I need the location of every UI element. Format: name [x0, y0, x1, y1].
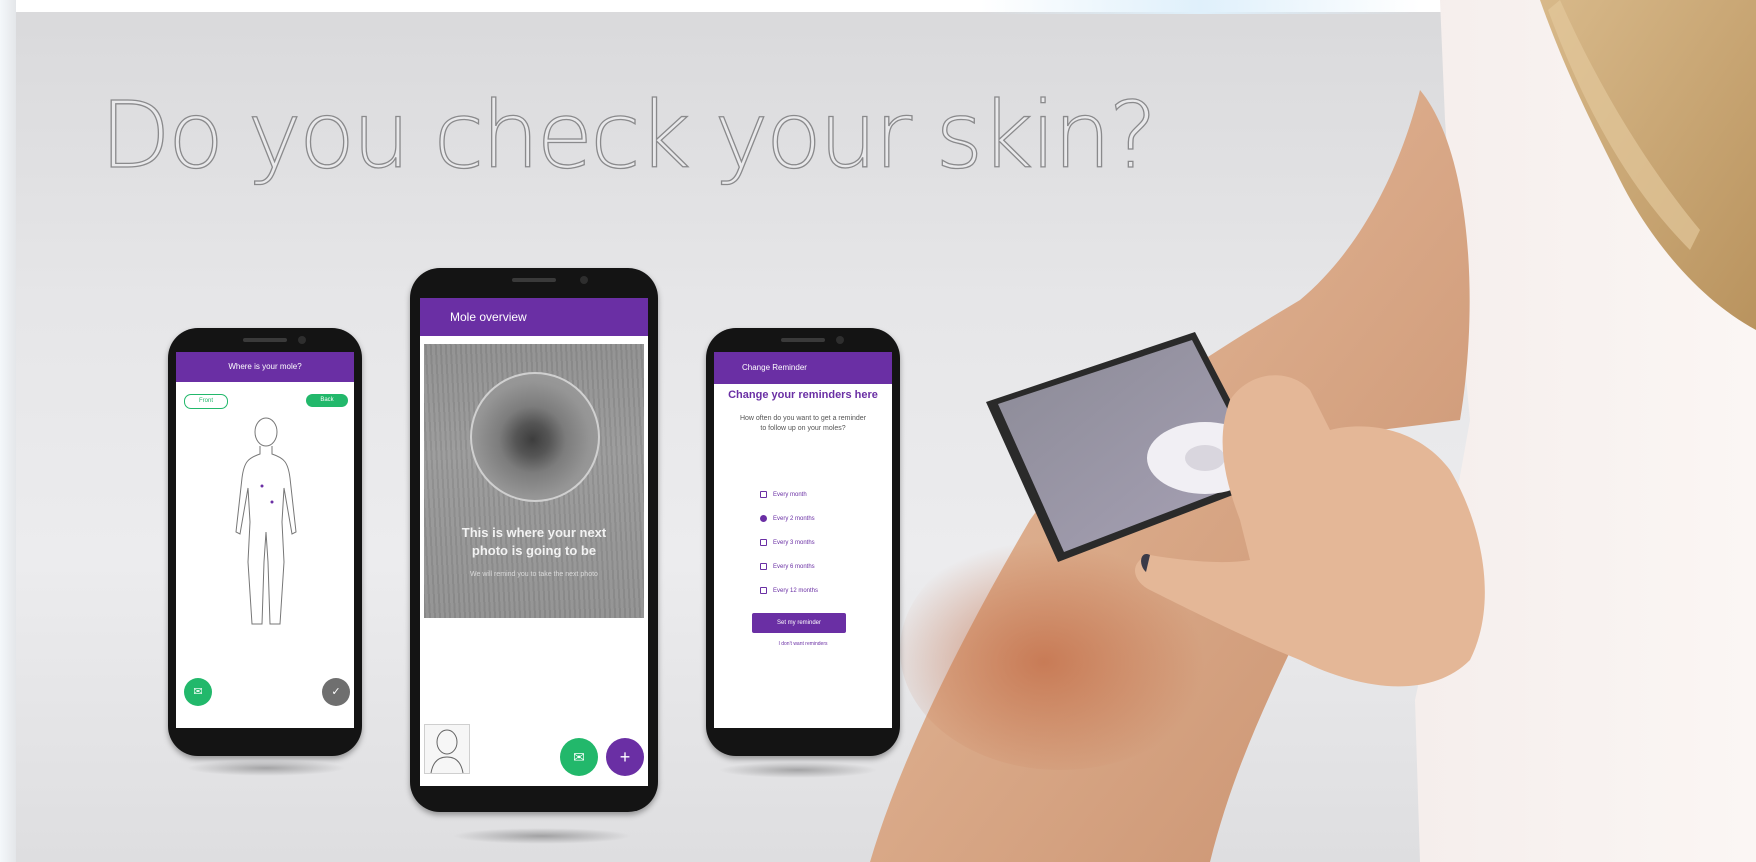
reminder-option[interactable]: Every month [760, 490, 807, 500]
hero-banner: Do you check your skin? Where is your mo… [0, 0, 1756, 862]
phone-left-screen: Where is your mole? Front Back ✉ ✓ [176, 352, 354, 728]
body-outline[interactable] [226, 412, 306, 632]
speaker-notch [512, 278, 556, 282]
confirm-button[interactable]: ✓ [322, 678, 350, 706]
speaker-notch [781, 338, 825, 342]
chat-button[interactable]: ✉ [560, 738, 598, 776]
reminder-question: How often do you want to get a reminder … [739, 415, 867, 432]
app-bar: Mole overview [420, 298, 648, 336]
reminder-option[interactable]: Every 3 months [760, 538, 815, 548]
reminder-option-label: Every 3 months [773, 540, 815, 546]
body-thumbnail[interactable] [424, 724, 470, 774]
add-photo-button[interactable]: + [606, 738, 644, 776]
head-outline-icon [430, 729, 464, 774]
front-toggle[interactable]: Front [184, 394, 228, 409]
app-bar: Change Reminder [714, 352, 892, 384]
phone-right-shadow [718, 762, 878, 778]
phone-center-screen: Mole overview This is where your next ph… [420, 298, 648, 786]
check-icon: ✓ [331, 686, 341, 698]
skip-reminders-link[interactable]: I don't want reminders [714, 641, 892, 647]
reminder-option[interactable]: Every 6 months [760, 562, 815, 572]
reminder-option-label: Every 6 months [773, 564, 815, 570]
reminder-option-label: Every 2 months [773, 516, 815, 522]
reminder-option-label: Every 12 months [773, 588, 819, 594]
camera-dot [298, 336, 306, 344]
radio-selected-icon [760, 514, 767, 522]
speaker-notch [243, 338, 287, 342]
app-bar-title: Where is your mole? [228, 362, 302, 371]
reminder-option[interactable]: Every 12 months [760, 586, 818, 596]
camera-dot [580, 276, 588, 284]
mole-photo-preview[interactable]: This is where your next photo is going t… [424, 344, 644, 618]
app-bar: Where is your mole? [176, 352, 354, 382]
checkbox-icon [760, 562, 767, 570]
phone-center-shadow [452, 828, 632, 844]
plus-icon: + [619, 747, 631, 767]
phone-left-shadow [186, 760, 346, 776]
mole-target-ring [470, 372, 600, 502]
phone-left: Where is your mole? Front Back ✉ ✓ [168, 328, 362, 756]
app-bar-title: Mole overview [450, 310, 527, 324]
back-toggle[interactable]: Back [306, 394, 348, 407]
set-reminder-button[interactable]: Set my reminder [752, 613, 846, 633]
reminder-option[interactable]: Every 2 months [760, 514, 815, 524]
camera-dot [836, 336, 844, 344]
chat-icon: ✉ [573, 749, 585, 765]
phone-right: Change Reminder Change your reminders he… [706, 328, 900, 756]
phone-right-screen: Change Reminder Change your reminders he… [714, 352, 892, 728]
checkbox-icon [760, 586, 767, 594]
photo-placeholder-subtitle: We will remind you to take the next phot… [470, 571, 598, 578]
reminder-option-label: Every month [773, 492, 807, 498]
photo-placeholder-title: This is where your next photo is going t… [461, 525, 607, 558]
checkbox-icon [760, 538, 767, 546]
reminder-title: Change your reminders here [728, 389, 878, 401]
app-bar-title: Change Reminder [742, 363, 807, 372]
chat-icon: ✉ [193, 686, 203, 698]
chat-button[interactable]: ✉ [184, 678, 212, 706]
checkbox-icon [760, 490, 767, 498]
phone-center: Mole overview This is where your next ph… [410, 268, 658, 812]
